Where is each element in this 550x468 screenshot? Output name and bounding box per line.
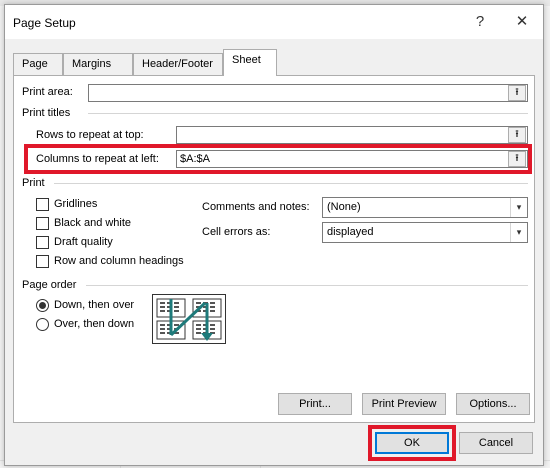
down-then-over-radio[interactable] <box>36 299 49 312</box>
comments-value: (None) <box>327 201 361 213</box>
black-and-white-label: Black and white <box>54 217 132 229</box>
comments-select[interactable]: (None) ▾ <box>322 197 528 218</box>
black-and-white-checkbox[interactable] <box>36 217 49 230</box>
help-icon[interactable]: ? <box>465 11 495 33</box>
print-button[interactable]: Print... <box>278 393 352 415</box>
collapse-dialog-arrow-icon[interactable]: ⭱ <box>508 85 526 101</box>
comments-label: Comments and notes: <box>202 201 310 213</box>
highlight-box <box>24 144 532 174</box>
page-order-header: Page order <box>22 279 77 291</box>
over-then-down-label: Over, then down <box>54 318 135 330</box>
print-preview-button[interactable]: Print Preview <box>362 393 446 415</box>
tab-margins[interactable]: Margins <box>63 53 133 75</box>
page-setup-dialog: Page Setup ? ✕ Page Margins Header/Foote… <box>4 4 544 466</box>
draft-quality-checkbox[interactable] <box>36 236 49 249</box>
cancel-button[interactable]: Cancel <box>459 432 533 454</box>
highlight-box <box>368 425 456 461</box>
options-button[interactable]: Options... <box>456 393 530 415</box>
row-column-headings-checkbox[interactable] <box>36 255 49 268</box>
print-area-input[interactable] <box>88 84 528 102</box>
tab-header-footer[interactable]: Header/Footer <box>133 53 223 75</box>
title-bar: Page Setup ? ✕ <box>5 5 543 39</box>
print-titles-header: Print titles <box>22 107 71 119</box>
gridlines-label: Gridlines <box>54 198 98 210</box>
print-header: Print <box>22 177 45 189</box>
divider <box>86 285 528 286</box>
tab-sheet[interactable]: Sheet <box>223 49 277 76</box>
gridlines-checkbox[interactable] <box>36 198 49 211</box>
cell-errors-label: Cell errors as: <box>202 226 271 238</box>
chevron-down-icon: ▾ <box>510 223 527 242</box>
rows-repeat-label: Rows to repeat at top: <box>36 129 144 141</box>
rows-repeat-input[interactable] <box>176 126 528 144</box>
divider <box>88 113 528 114</box>
dialog-title: Page Setup <box>13 16 76 30</box>
divider <box>54 183 528 184</box>
row-column-headings-label: Row and column headings <box>54 255 184 267</box>
chevron-down-icon: ▾ <box>510 198 527 217</box>
tab-page[interactable]: Page <box>13 53 63 75</box>
sheet-tab-panel: Print area: ⭱ Print titles Rows to repea… <box>13 75 535 423</box>
down-then-over-label: Down, then over <box>54 299 135 311</box>
cell-errors-value: displayed <box>327 226 374 238</box>
page-order-diagram-icon <box>152 294 226 344</box>
over-then-down-radio[interactable] <box>36 318 49 331</box>
collapse-dialog-arrow-icon[interactable]: ⭱ <box>508 127 526 143</box>
draft-quality-label: Draft quality <box>54 236 113 248</box>
close-icon[interactable]: ✕ <box>507 11 537 33</box>
print-area-label: Print area: <box>22 86 73 98</box>
cell-errors-select[interactable]: displayed ▾ <box>322 222 528 243</box>
